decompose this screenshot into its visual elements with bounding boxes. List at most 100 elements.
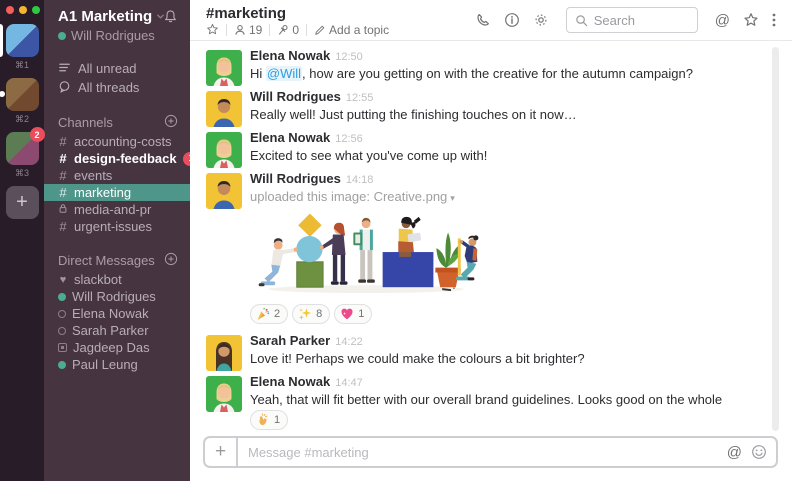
channel-title: #marketing [206, 4, 287, 22]
message-author[interactable]: Elena Nowak [250, 374, 330, 389]
dm-sarah-parker[interactable]: Sarah Parker [44, 322, 190, 339]
caret-down-icon[interactable]: ▾ [450, 193, 455, 203]
message-author[interactable]: Elena Nowak [250, 130, 330, 145]
channel-media-and-pr[interactable]: media-and-pr [44, 201, 190, 218]
dm-jagdeep-das[interactable]: Jagdeep Das [44, 339, 190, 356]
presence-online-icon [58, 31, 66, 40]
avatar-elena[interactable] [206, 50, 242, 86]
dm-name: Jagdeep Das [73, 340, 150, 355]
member-count[interactable]: 19 [234, 23, 262, 37]
message-header: Elena Nowak 12:50 [250, 48, 693, 65]
add-dm-icon[interactable] [164, 252, 178, 269]
star-channel-icon[interactable] [206, 23, 219, 36]
message-text: Yeah, that will fit better with our over… [250, 391, 722, 408]
search-box[interactable] [565, 7, 698, 33]
channel-design-feedback[interactable]: # design-feedback 1 [44, 150, 190, 167]
message-list: Elena Nowak 12:50 Hi @Will, how are you ge… [190, 41, 792, 432]
add-workspace-button[interactable]: + [5, 186, 39, 219]
message-body: Will Rodrigues 12:55 Really well! Just put… [250, 89, 577, 127]
mention-at-icon[interactable]: @ [727, 444, 742, 461]
mentions-at-icon[interactable]: @ [715, 12, 730, 29]
dm-name: Paul Leung [72, 357, 138, 372]
channel-name: design-feedback [74, 151, 177, 166]
reaction-pill[interactable]: 1 [250, 410, 289, 430]
reaction-pill[interactable]: 8 [292, 304, 331, 324]
scrollbar[interactable] [772, 47, 779, 431]
workspace-rail: ⌘1 ⌘2 2 ⌘3 + [0, 0, 45, 481]
pinned-count[interactable]: 0 [277, 23, 299, 37]
heart-presence-icon: ♥ [59, 273, 67, 286]
current-user[interactable]: Will Rodrigues [58, 28, 178, 43]
call-phone-icon[interactable] [475, 12, 491, 28]
reaction-count: 1 [274, 414, 281, 426]
emoji-picker-icon[interactable] [751, 444, 767, 460]
team-name: A1 Marketing [58, 8, 153, 25]
workspace-shortcut-label: ⌘2 [14, 114, 29, 124]
close-window-button[interactable] [6, 6, 14, 14]
channels-header: Channels [58, 114, 113, 130]
minimize-window-button[interactable] [19, 6, 27, 14]
avatar-will[interactable] [206, 173, 242, 209]
add-channel-icon[interactable] [164, 114, 178, 131]
avatar-will[interactable] [206, 91, 242, 127]
message-header: Elena Nowak 14:47 [250, 374, 722, 391]
slack-window: ⌘1⌘22⌘3 + A1 Marketing Will Rodrigues [0, 0, 792, 481]
reaction-pill[interactable]: 2 [250, 304, 289, 324]
message-author[interactable]: Will Rodrigues [250, 171, 341, 186]
reactions-row: 1 [250, 410, 722, 430]
traffic-lights [0, 0, 44, 24]
message-author[interactable]: Elena Nowak [250, 48, 330, 63]
gear-icon[interactable] [533, 12, 549, 28]
more-options-icon[interactable] [772, 12, 776, 28]
workspace-2[interactable]: ⌘2 [0, 78, 44, 125]
message-header: Elena Nowak 12:56 [250, 130, 487, 147]
presence-online-icon [58, 360, 66, 369]
creative-image[interactable] [250, 213, 486, 295]
avatar-sarah[interactable] [206, 335, 242, 371]
team-menu[interactable]: A1 Marketing [58, 8, 178, 25]
notifications-bell-icon[interactable] [163, 9, 178, 27]
channel-accounting-costs[interactable]: # accounting-costs [44, 133, 190, 150]
info-icon[interactable] [504, 12, 520, 28]
message-author[interactable]: Sarah Parker [250, 333, 330, 348]
reaction-pill[interactable]: 1 [334, 304, 373, 324]
avatar-elena[interactable] [206, 132, 242, 168]
message-input[interactable] [238, 444, 727, 460]
message-row: Sarah Parker 14:22 Love it! Perhaps we cou… [206, 333, 776, 371]
channel-list: # accounting-costs # design-feedback 1 # event… [44, 133, 190, 235]
channel-marketing[interactable]: # marketing [44, 184, 190, 201]
reaction-count: 1 [358, 308, 365, 320]
workspace-1[interactable]: ⌘1 [0, 24, 44, 71]
message-header: Will Rodrigues 14:18 [250, 171, 486, 188]
attach-plus-button[interactable]: + [205, 438, 238, 466]
workspace-3[interactable]: 2 ⌘3 [0, 127, 45, 179]
workspace-shortcut-label: ⌘3 [14, 168, 29, 178]
uploaded-image[interactable] [250, 213, 486, 298]
text-segment: Hi [250, 66, 266, 81]
file-upload-meta[interactable]: uploaded this image: Creative.png ▾ [250, 188, 486, 207]
current-user-name: Will Rodrigues [71, 28, 155, 43]
dm-elena-nowak[interactable]: Elena Nowak [44, 305, 190, 322]
add-topic-button[interactable]: Add a topic [314, 23, 389, 37]
message-timestamp: 14:47 [335, 377, 363, 389]
divider [306, 23, 308, 36]
dm-will-rodrigues[interactable]: Will Rodrigues [44, 288, 190, 305]
search-input[interactable] [593, 12, 684, 28]
dm-slackbot[interactable]: ♥ slackbot [44, 271, 190, 288]
channel-events[interactable]: # events [44, 167, 190, 184]
dm-paul-leung[interactable]: Paul Leung [44, 356, 190, 373]
workspace-icon[interactable] [5, 24, 39, 57]
sidebar-item-all-unread[interactable]: All unread [44, 59, 190, 78]
workspace-icon[interactable] [5, 78, 39, 111]
message-row: Elena Nowak 12:56 Excited to see what you'… [206, 130, 776, 168]
channel-urgent-issues[interactable]: # urgent-issues [44, 218, 190, 235]
avatar-elena[interactable] [206, 376, 242, 412]
starred-items-icon[interactable] [743, 12, 759, 28]
message-row: Will Rodrigues 12:55 Really well! Just put… [206, 89, 776, 127]
divider [269, 23, 271, 36]
sidebar-item-all-threads[interactable]: All threads [44, 78, 190, 97]
user-mention[interactable]: @Will [265, 66, 303, 81]
zoom-window-button[interactable] [32, 6, 40, 14]
message-author[interactable]: Will Rodrigues [250, 89, 341, 104]
workspace-icon[interactable]: 2 [5, 127, 45, 165]
